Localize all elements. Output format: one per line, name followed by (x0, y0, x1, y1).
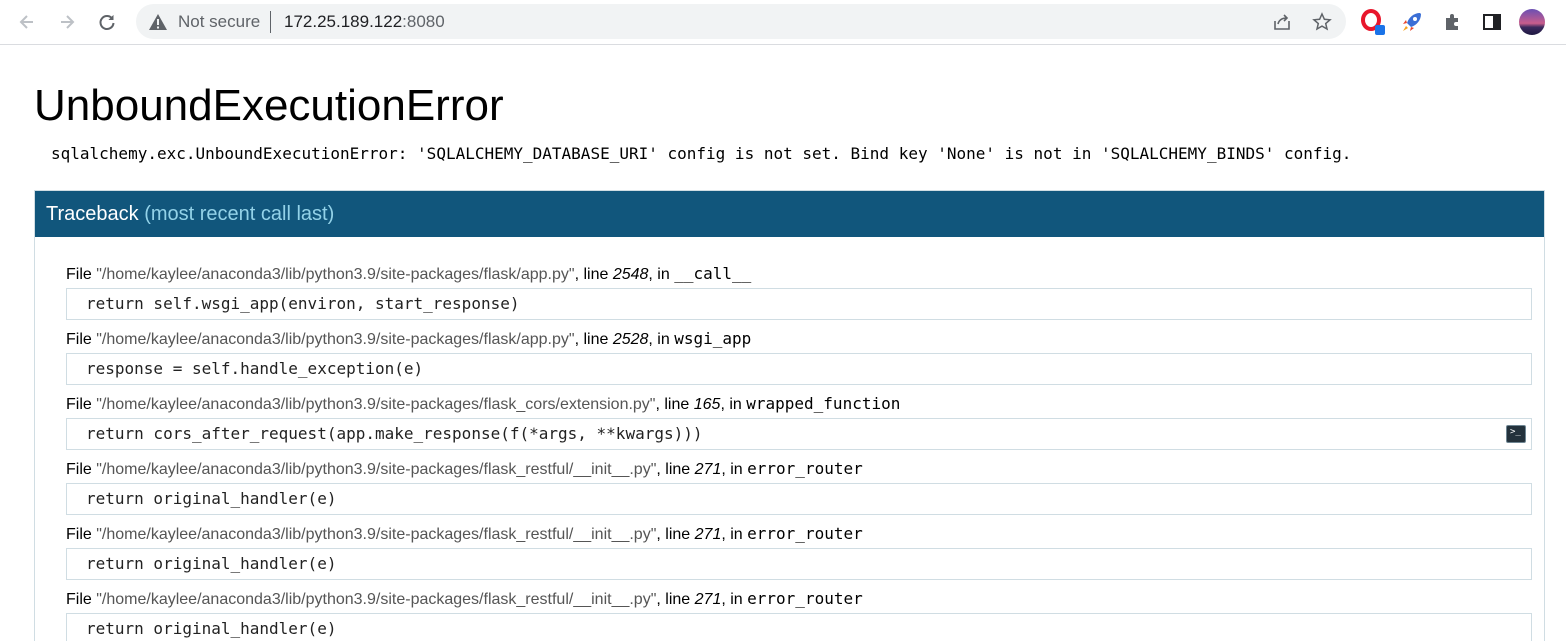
traceback-frame: File "/home/kaylee/anaconda3/lib/python3… (66, 394, 1532, 450)
line-label: , line (655, 396, 694, 413)
line-number: 271 (694, 591, 722, 608)
reload-button[interactable] (91, 6, 123, 38)
traceback-frame: File "/home/kaylee/anaconda3/lib/python3… (66, 459, 1532, 515)
traceback-header: Traceback (most recent call last) (35, 191, 1544, 237)
back-button[interactable] (11, 6, 43, 38)
side-panel-icon (1483, 14, 1501, 30)
side-panel-button[interactable] (1478, 8, 1506, 36)
line-number: 271 (694, 461, 722, 478)
file-path: "/home/kaylee/anaconda3/lib/python3.9/si… (96, 526, 657, 543)
line-label: , line (656, 526, 695, 543)
security-label[interactable]: Not secure (178, 12, 260, 32)
in-label: , in (721, 461, 748, 478)
line-number: 2548 (612, 266, 649, 283)
puzzle-icon (1446, 14, 1458, 30)
line-label: , line (574, 331, 613, 348)
source-line[interactable]: return self.wsgi_app(environ, start_resp… (66, 288, 1532, 320)
traceback-frame: File "/home/kaylee/anaconda3/lib/python3… (66, 524, 1532, 580)
arrow-left-icon (19, 15, 33, 29)
function-name: error_router (747, 459, 863, 478)
traceback-frame: File "/home/kaylee/anaconda3/lib/python3… (66, 264, 1532, 320)
traceback-title: Traceback (46, 203, 139, 225)
source-line[interactable]: return original_handler(e) (66, 483, 1532, 515)
frame-location: File "/home/kaylee/anaconda3/lib/python3… (66, 589, 1532, 610)
line-number: 2528 (612, 331, 649, 348)
in-label: , in (720, 396, 747, 413)
file-prefix: File (66, 591, 97, 608)
star-icon (1312, 12, 1332, 31)
function-name: wrapped_function (746, 394, 901, 413)
page-title: UnboundExecutionError (34, 81, 504, 130)
source-line[interactable]: return original_handler(e) (66, 613, 1532, 641)
url-host: 172.25.189.122 (284, 12, 403, 31)
frame-location: File "/home/kaylee/anaconda3/lib/python3… (66, 394, 1532, 415)
traceback-panel: Traceback (most recent call last) File "… (34, 190, 1545, 641)
line-label: , line (656, 591, 695, 608)
line-number: 165 (693, 396, 721, 413)
source-line[interactable]: response = self.handle_exception(e) (66, 353, 1532, 385)
browser-toolbar: Not secure 172.25.189.122:8080 (0, 0, 1566, 45)
error-message: sqlalchemy.exc.UnboundExecutionError: 'S… (51, 144, 1352, 163)
line-label: , line (656, 461, 695, 478)
forward-button[interactable] (51, 6, 83, 38)
reload-icon (99, 15, 115, 30)
line-label: , line (574, 266, 613, 283)
avatar (1519, 9, 1545, 35)
file-prefix: File (66, 266, 97, 283)
traceback-subtitle: (most recent call last) (144, 203, 335, 225)
rocket-extension-icon (1403, 13, 1421, 31)
source-line[interactable]: return cors_after_request(app.make_respo… (66, 418, 1532, 450)
share-button[interactable] (1271, 11, 1293, 33)
address-bar[interactable]: Not secure 172.25.189.122:8080 (136, 4, 1346, 39)
arrow-right-icon (61, 15, 75, 29)
file-path: "/home/kaylee/anaconda3/lib/python3.9/si… (96, 591, 657, 608)
line-number: 271 (694, 526, 722, 543)
file-path: "/home/kaylee/anaconda3/lib/python3.9/si… (96, 331, 575, 348)
opera-extension-icon (1361, 9, 1385, 35)
function-name: error_router (747, 589, 863, 608)
console-icon[interactable]: >_ (1506, 425, 1526, 443)
url-text[interactable]: 172.25.189.122:8080 (284, 12, 445, 32)
file-path: "/home/kaylee/anaconda3/lib/python3.9/si… (96, 461, 657, 478)
extensions-button[interactable] (1438, 8, 1466, 36)
warning-triangle-icon[interactable] (148, 12, 168, 32)
traceback-frame: File "/home/kaylee/anaconda3/lib/python3… (66, 329, 1532, 385)
separator (270, 11, 271, 33)
function-name: wsgi_app (674, 329, 752, 348)
file-path: "/home/kaylee/anaconda3/lib/python3.9/si… (96, 266, 575, 283)
opera-extension-button[interactable] (1359, 8, 1387, 36)
in-label: , in (648, 331, 675, 348)
frame-location: File "/home/kaylee/anaconda3/lib/python3… (66, 264, 1532, 285)
file-path: "/home/kaylee/anaconda3/lib/python3.9/si… (96, 396, 656, 413)
source-line[interactable]: return original_handler(e) (66, 548, 1532, 580)
in-label: , in (648, 266, 675, 283)
file-prefix: File (66, 331, 97, 348)
frame-location: File "/home/kaylee/anaconda3/lib/python3… (66, 459, 1532, 480)
share-icon (1274, 14, 1290, 30)
bookmark-button[interactable] (1311, 11, 1333, 33)
source-code: return cors_after_request(app.make_respo… (86, 424, 703, 443)
console-glyph: >_ (1510, 427, 1521, 437)
in-label: , in (721, 526, 748, 543)
profile-button[interactable] (1518, 8, 1546, 36)
frame-location: File "/home/kaylee/anaconda3/lib/python3… (66, 524, 1532, 545)
rocket-extension-button[interactable] (1398, 8, 1426, 36)
frame-location: File "/home/kaylee/anaconda3/lib/python3… (66, 329, 1532, 350)
file-prefix: File (66, 526, 97, 543)
in-label: , in (721, 591, 748, 608)
file-prefix: File (66, 461, 97, 478)
traceback-frame: File "/home/kaylee/anaconda3/lib/python3… (66, 589, 1532, 641)
function-name: __call__ (674, 264, 752, 283)
file-prefix: File (66, 396, 97, 413)
url-port: :8080 (402, 12, 445, 31)
function-name: error_router (747, 524, 863, 543)
